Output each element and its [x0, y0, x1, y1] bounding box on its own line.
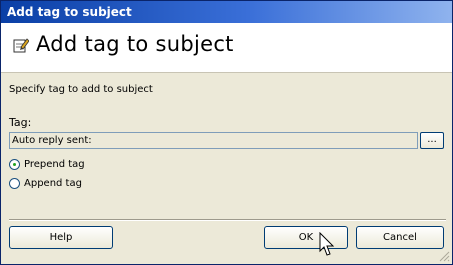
- title-bar[interactable]: Add tag to subject: [1, 1, 452, 23]
- radio-unchecked-icon: [9, 178, 20, 189]
- tag-field[interactable]: Auto reply sent:: [9, 132, 418, 149]
- prepend-tag-label: Prepend tag: [24, 159, 85, 170]
- help-button[interactable]: Help: [9, 226, 113, 249]
- separator: [9, 219, 446, 221]
- mouse-cursor-icon: [319, 232, 335, 256]
- radio-checked-icon: [9, 159, 20, 170]
- page-title: Add tag to subject: [36, 32, 234, 56]
- dialog-window: Add tag to subject Add tag to subject Sp…: [0, 0, 453, 265]
- prepend-tag-radio[interactable]: Prepend tag: [9, 159, 85, 173]
- append-tag-radio[interactable]: Append tag: [9, 178, 82, 192]
- browse-button[interactable]: ...: [420, 132, 444, 149]
- dialog-header: Add tag to subject: [1, 23, 452, 73]
- window-title: Add tag to subject: [7, 5, 132, 19]
- tag-label: Tag:: [9, 116, 32, 129]
- resize-grip-icon[interactable]: [438, 250, 450, 262]
- append-tag-label: Append tag: [24, 178, 82, 189]
- cancel-button[interactable]: Cancel: [356, 226, 444, 249]
- edit-page-icon: [13, 38, 29, 53]
- description-text: Specify tag to add to subject: [9, 84, 153, 95]
